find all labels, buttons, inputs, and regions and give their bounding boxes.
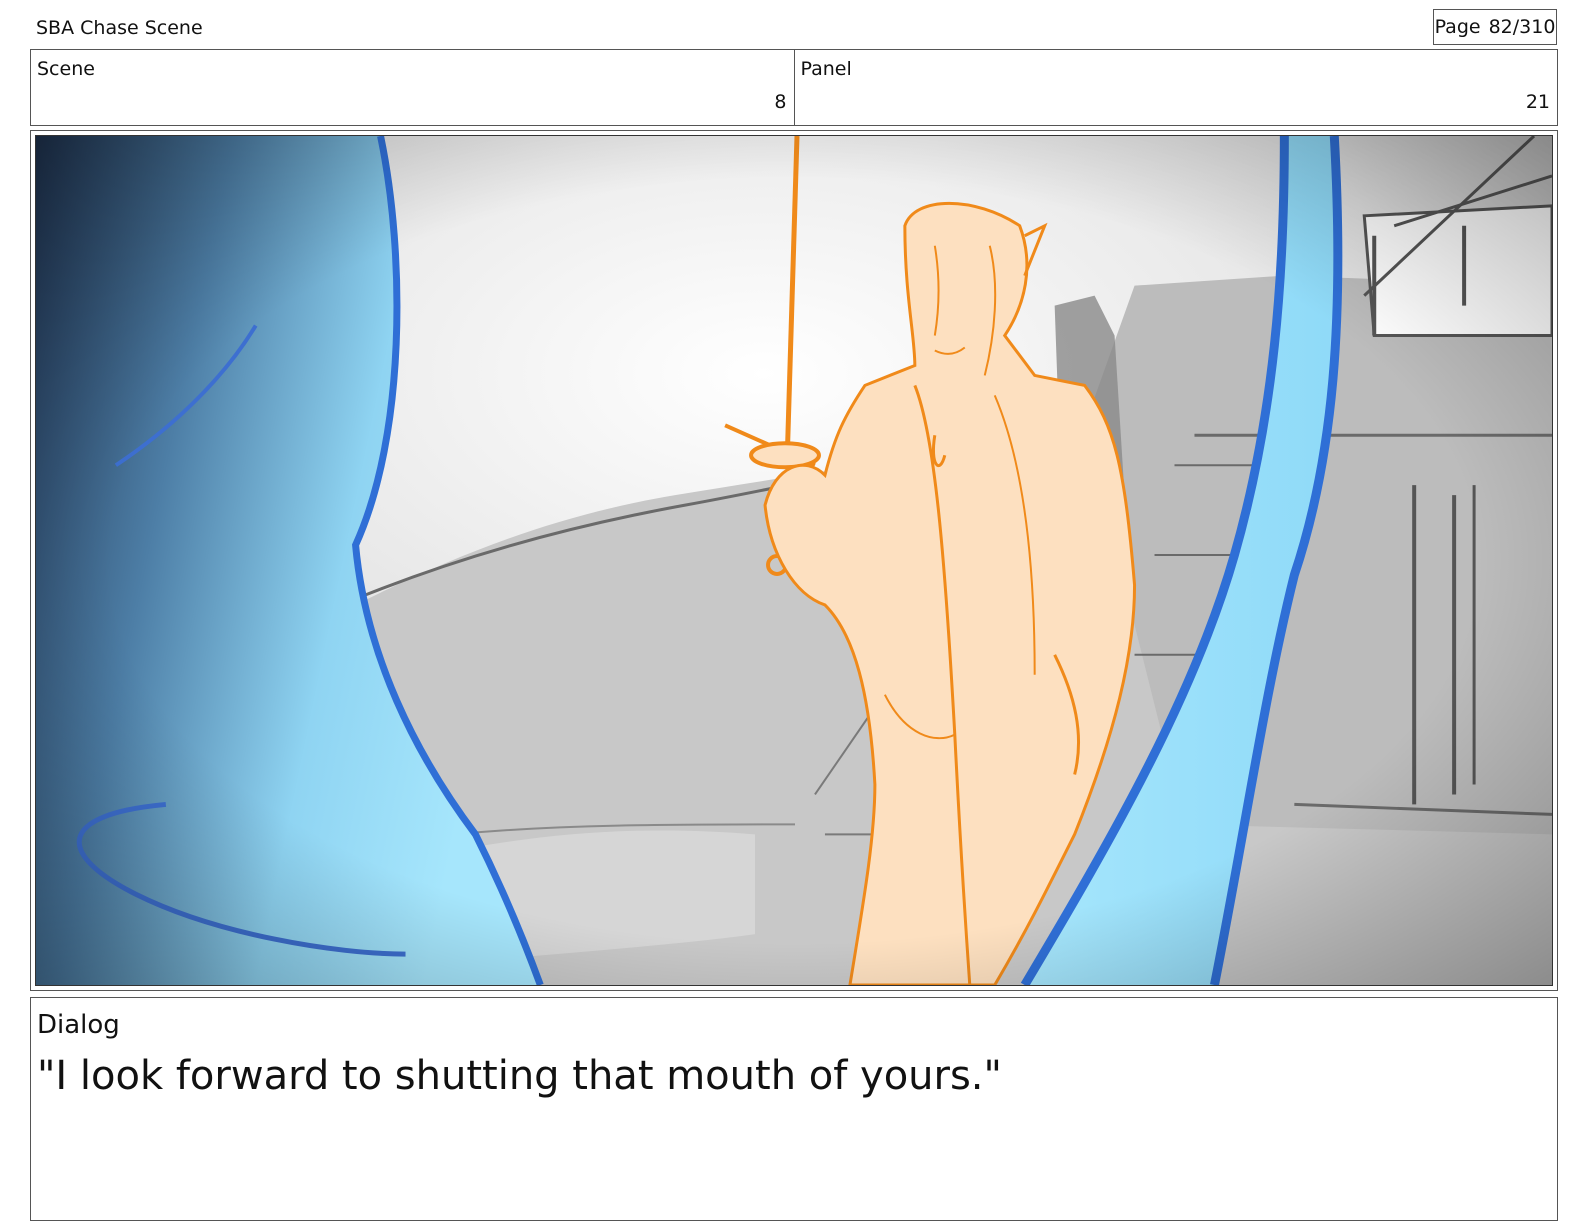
panel-cell: Panel 21 [793,50,1558,125]
document-title: SBA Chase Scene [36,17,203,39]
page-indicator: Page 82/310 [1433,9,1557,45]
page-number: 82/310 [1488,16,1556,38]
scene-value: 8 [774,91,787,113]
storyboard-sketch-image [36,136,1552,985]
scene-cell: Scene 8 [31,50,794,125]
storyboard-drawing [35,135,1553,986]
scene-panel-row: Scene 8 Panel 21 [30,49,1558,126]
dialog-box: Dialog "I look forward to shutting that … [30,997,1558,1221]
page-label: Page [1434,16,1481,38]
vignette-overlay [36,136,1552,985]
dialog-text: "I look forward to shutting that mouth o… [37,1053,1002,1099]
dialog-label: Dialog [37,1010,120,1040]
scene-label: Scene [37,58,95,80]
panel-value: 21 [1525,91,1550,113]
panel-label: Panel [800,58,852,80]
